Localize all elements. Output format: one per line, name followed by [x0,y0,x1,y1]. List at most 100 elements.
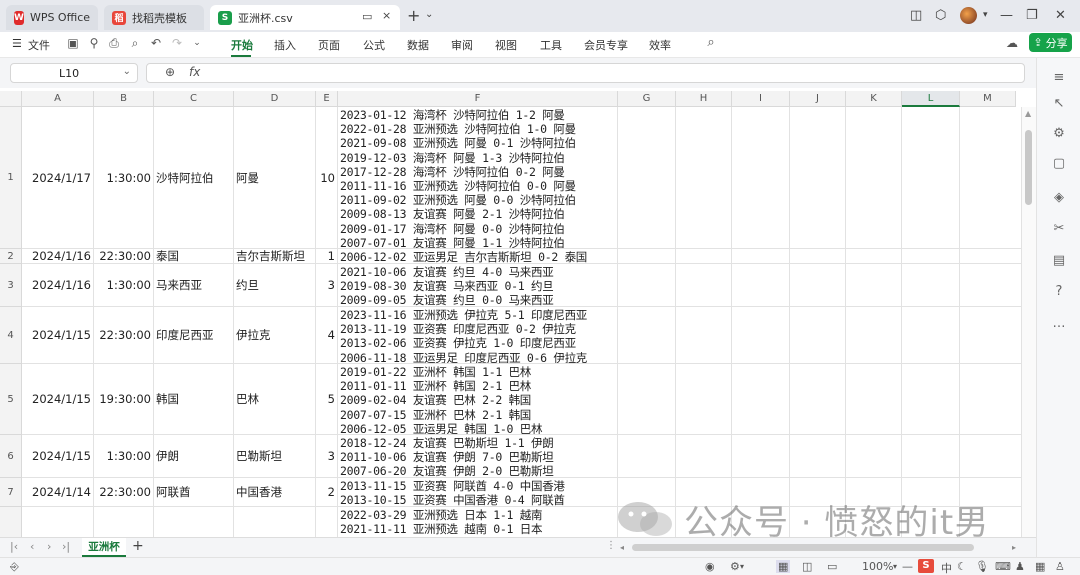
shirt-icon[interactable]: ♙ [1055,560,1065,573]
row-header[interactable]: 6 [0,435,22,478]
first-sheet-icon[interactable]: |‹ [10,540,18,553]
col-header-l[interactable]: L [902,91,960,107]
cell-match-count[interactable]: 1 [316,249,338,264]
cell-away-team[interactable]: 吉尔吉斯斯坦 [234,249,316,264]
cursor-icon[interactable]: ↖ [1051,96,1067,112]
row-header[interactable]: 7 [0,478,22,507]
cloud-icon[interactable]: ☁ [1005,36,1019,50]
tab-wps-office[interactable]: W WPS Office [6,5,98,30]
cell-match-history[interactable]: 2021-10-06 友谊赛 约旦 4-0 马来西亚 2019-08-30 友谊赛… [338,264,618,307]
chevron-down-icon[interactable]: ⌄ [425,9,433,20]
cell-empty[interactable] [790,107,846,249]
cell-match-history[interactable]: 2023-01-12 海湾杯 沙特阿拉伯 1-2 阿曼 2022-01-28 亚洲… [338,107,618,249]
cell-match-history[interactable]: 2013-11-15 亚资赛 阿联酋 4-0 中国香港 2013-10-15 亚资… [338,478,618,507]
menu-page[interactable]: 页面 [318,37,340,53]
next-sheet-icon[interactable]: › [47,540,51,553]
cell-home-team[interactable]: 泰国 [154,249,234,264]
fx-icon[interactable]: fx [189,65,200,79]
col-header-m[interactable]: M [960,91,1016,107]
minimize-icon[interactable]: — [1000,8,1013,23]
cell-empty[interactable] [618,435,676,478]
sliders-icon[interactable]: ⚙ [1051,126,1067,142]
tab-asian-cup-csv[interactable]: S 亚洲杯.csv ▭ × [210,5,400,30]
cell-empty[interactable] [790,364,846,435]
select-all-corner[interactable] [0,91,22,107]
page-break-icon[interactable]: ▭ [827,560,837,573]
cell-empty[interactable] [902,307,960,364]
restore-icon[interactable]: ❐ [1026,8,1038,23]
more-icon[interactable]: ⋮ [606,540,616,551]
cell-empty[interactable] [676,249,732,264]
zoom-out-icon[interactable]: — [902,560,913,573]
cell-empty[interactable] [790,264,846,307]
cell-empty[interactable] [960,307,1022,364]
cell-date[interactable]: 2024/1/15 [22,307,94,364]
cell-home-team[interactable]: 阿联酋 [154,478,234,507]
cell-empty[interactable] [618,264,676,307]
cell-time[interactable]: 1:30:00 [94,435,154,478]
cell-empty[interactable] [902,249,960,264]
keyboard-icon[interactable]: ⌨ [995,560,1011,573]
cell-home-team[interactable]: 印度尼西亚 [154,307,234,364]
cell-empty[interactable] [732,107,790,249]
cell-empty[interactable] [960,264,1022,307]
cell-empty[interactable] [676,435,732,478]
cell-date[interactable]: 2024/1/14 [22,478,94,507]
cell-home-team[interactable]: 伊朗 [154,435,234,478]
cell-match-history[interactable]: 2019-01-22 亚洲杯 韩国 1-1 巴林 2011-01-11 亚洲杯 韩… [338,364,618,435]
cell-match-count[interactable]: 3 [316,435,338,478]
scroll-left-icon[interactable]: ◂ [620,543,624,552]
chevron-down-icon[interactable]: ▾ [983,10,988,20]
print-preview-icon[interactable]: ⌕ [128,36,142,50]
share-link-icon[interactable]: ⚲ [87,36,101,50]
cell-empty[interactable] [676,264,732,307]
cell-empty[interactable] [902,364,960,435]
menu-formula[interactable]: 公式 [363,37,385,53]
cell-match-count[interactable]: 3 [316,264,338,307]
col-header-e[interactable]: E [316,91,338,107]
undo-icon[interactable]: ↶ [149,36,163,50]
cell-match-count[interactable]: 5 [316,364,338,435]
cell-date[interactable]: 2024/1/15 [22,364,94,435]
settings-icon[interactable]: ⚙ [730,560,740,573]
cell-empty[interactable] [618,307,676,364]
cell-empty[interactable] [732,307,790,364]
cell-time[interactable]: 19:30:00 [94,364,154,435]
close-window-icon[interactable]: ✕ [1055,8,1066,23]
cell-empty[interactable] [902,107,960,249]
comment-icon[interactable]: ▢ [1051,156,1067,172]
cell-empty[interactable] [960,249,1022,264]
cell-time[interactable]: 1:30:00 [94,264,154,307]
hamburger-icon[interactable]: ☰ [12,37,22,50]
cube-icon[interactable]: ⬡ [935,8,946,23]
cell-empty[interactable] [846,249,902,264]
sheet-tab-asian-cup[interactable]: 亚洲杯 [82,538,126,557]
cell-time[interactable]: 22:30:00 [94,307,154,364]
vertical-scroll-thumb[interactable] [1025,130,1032,205]
cell-date[interactable]: 2024/1/15 [22,435,94,478]
cell-home-team[interactable]: 韩国 [154,364,234,435]
file-menu[interactable]: 文件 [28,37,50,53]
cell-away-team[interactable]: 中国香港 [234,478,316,507]
prev-sheet-icon[interactable]: ‹ [30,540,34,553]
horizontal-scroll-thumb[interactable] [632,544,974,551]
menu-review[interactable]: 审阅 [451,37,473,53]
last-sheet-icon[interactable]: ›| [62,540,70,553]
col-header-h[interactable]: H [676,91,732,107]
cell-empty[interactable] [618,364,676,435]
avatar[interactable] [960,7,977,24]
menu-member[interactable]: 会员专享 [584,37,628,53]
grid-icon[interactable]: ▦ [1035,560,1045,573]
close-icon[interactable]: × [382,9,391,22]
cell-empty[interactable] [846,364,902,435]
cell-time[interactable]: 1:30:00 [94,107,154,249]
search-icon[interactable]: ⌕ [704,36,718,50]
cell-empty[interactable] [902,264,960,307]
col-header-i[interactable]: I [732,91,790,107]
cell-empty[interactable] [618,249,676,264]
menu-view[interactable]: 视图 [495,37,517,53]
chevron-down-icon[interactable]: ⌄ [123,66,131,77]
macro-icon[interactable]: ⎆ [10,560,19,574]
cell-away-team[interactable]: 伊拉克 [234,307,316,364]
redo-icon[interactable]: ↷ [170,36,184,50]
